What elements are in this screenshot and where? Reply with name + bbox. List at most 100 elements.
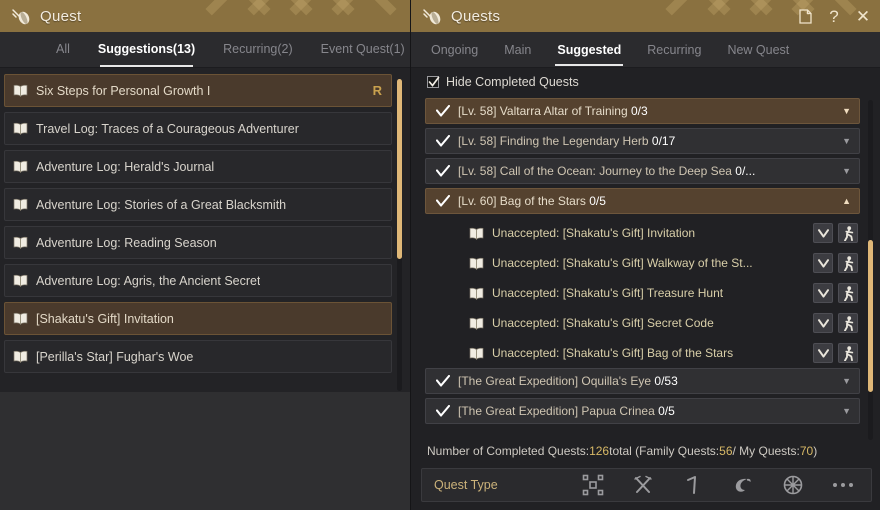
quest-title-text: [Lv. 58] Call of the Ocean: Journey to t…: [458, 164, 736, 178]
quest-group-row[interactable]: [Lv. 58] Call of the Ocean: Journey to t…: [425, 158, 860, 184]
repeatable-badge: R: [372, 83, 382, 98]
chevron-down-icon[interactable]: [813, 283, 833, 303]
tab-all[interactable]: All: [56, 42, 70, 58]
chevron-down-icon[interactable]: ▼: [842, 106, 851, 116]
tab-suggestions[interactable]: Suggestions(13): [98, 42, 195, 67]
quest-subitem-actions: [813, 253, 858, 273]
quest-subitem-row[interactable]: Unaccepted: [Shakatu's Gift] Bag of the …: [425, 338, 860, 368]
walking-person-icon[interactable]: [838, 313, 858, 333]
quest-subitem-actions: [813, 223, 858, 243]
left-quest-item[interactable]: [Perilla's Star] Fughar's Woe: [4, 340, 392, 373]
quest-type-icon-group: [581, 473, 859, 497]
check-icon: [436, 405, 452, 417]
book-icon: [469, 317, 484, 330]
left-quest-item[interactable]: Adventure Log: Stories of a Great Blacks…: [4, 188, 392, 221]
book-icon: [13, 84, 28, 98]
quest-subitem-row[interactable]: Unaccepted: [Shakatu's Gift] Walkway of …: [425, 248, 860, 278]
left-quest-item[interactable]: [Shakatu's Gift] Invitation: [4, 302, 392, 335]
chevron-down-icon[interactable]: [813, 343, 833, 363]
quest-group-label: [Lv. 60] Bag of the Stars 0/5: [458, 194, 606, 208]
quest-subitem-label: Unaccepted: [Shakatu's Gift] Secret Code: [492, 316, 714, 330]
note-icon[interactable]: [796, 6, 814, 26]
quest-progress-fraction: 0/5: [658, 404, 675, 418]
chevron-down-icon[interactable]: [813, 253, 833, 273]
horn-icon[interactable]: [681, 473, 705, 497]
quest-title-text: [Lv. 60] Bag of the Stars: [458, 194, 590, 208]
chevron-down-icon[interactable]: ▼: [842, 136, 851, 146]
quest-subitem-row[interactable]: Unaccepted: [Shakatu's Gift] Treasure Hu…: [425, 278, 860, 308]
scroll-icon: [8, 4, 34, 28]
summary-my-count: 70: [799, 444, 814, 458]
right-window-title: Quests: [451, 7, 501, 25]
book-icon: [469, 227, 484, 240]
left-quest-item[interactable]: Adventure Log: Herald's Journal: [4, 150, 392, 183]
right-scrollbar-thumb[interactable]: [868, 240, 873, 392]
tab-suggested[interactable]: Suggested: [555, 43, 624, 66]
hide-completed-checkbox[interactable]: [427, 76, 440, 88]
tab-recurring[interactable]: Recurring(2): [223, 42, 292, 58]
book-icon: [13, 274, 28, 288]
more-options-icon[interactable]: [831, 473, 855, 497]
left-quest-item-label: Adventure Log: Herald's Journal: [36, 159, 215, 174]
fish-icon[interactable]: [731, 473, 755, 497]
quest-group-row[interactable]: [The Great Expedition] Oquilla's Eye 0/5…: [425, 368, 860, 394]
help-icon[interactable]: ?: [825, 6, 843, 26]
quest-progress-fraction: 0/17: [651, 134, 676, 148]
node-network-icon[interactable]: [581, 473, 605, 497]
chevron-down-icon[interactable]: ▼: [842, 376, 851, 386]
hide-completed-label[interactable]: Hide Completed Quests: [446, 75, 579, 89]
left-quest-item-label: Travel Log: Traces of a Courageous Adven…: [36, 121, 299, 136]
left-quest-item[interactable]: Adventure Log: Agris, the Ancient Secret: [4, 264, 392, 297]
right-scrollbar[interactable]: [868, 100, 873, 440]
quest-group-row[interactable]: [Lv. 58] Valtarra Altar of Training 0/3 ▼: [425, 98, 860, 124]
left-quest-panel: Quest All Suggestions(13) Recurring(2) E…: [0, 0, 410, 510]
left-quest-item[interactable]: Travel Log: Traces of a Courageous Adven…: [4, 112, 392, 145]
left-quest-item[interactable]: Six Steps for Personal Growth I R: [4, 74, 392, 107]
quest-group-row[interactable]: [Lv. 58] Finding the Legendary Herb 0/17…: [425, 128, 860, 154]
right-tab-bar: Ongoing Main Suggested Recurring New Que…: [411, 32, 880, 68]
summary-family-count: 56: [719, 444, 733, 458]
quest-title-text: [Lv. 58] Finding the Legendary Herb: [458, 134, 652, 148]
tab-ongoing[interactable]: Ongoing: [431, 43, 478, 57]
summary-mid2: / My Quests:: [732, 444, 800, 458]
chevron-down-icon[interactable]: [813, 313, 833, 333]
quest-subitem-row[interactable]: Unaccepted: [Shakatu's Gift] Invitation: [425, 218, 860, 248]
book-icon: [13, 236, 28, 250]
left-quest-item-label: Adventure Log: Stories of a Great Blacks…: [36, 197, 287, 212]
left-scrollbar[interactable]: [397, 79, 402, 391]
walking-person-icon[interactable]: [838, 253, 858, 273]
chevron-up-icon[interactable]: ▲: [842, 196, 851, 206]
book-icon: [469, 347, 484, 360]
tab-new-quest[interactable]: New Quest: [727, 43, 789, 57]
walking-person-icon[interactable]: [838, 283, 858, 303]
tab-recurring[interactable]: Recurring: [647, 43, 701, 57]
quest-subitem-actions: [813, 283, 858, 303]
titlebar-chevron-decoration: [195, 0, 410, 32]
quest-group-row[interactable]: [The Great Expedition] Papua Crinea 0/5 ▼: [425, 398, 860, 424]
quest-subitem-actions: [813, 313, 858, 333]
quest-progress-fraction: 0/...: [735, 164, 756, 178]
left-window-title: Quest: [40, 7, 82, 25]
quest-progress-fraction: 0/53: [654, 374, 678, 388]
left-scrollbar-thumb[interactable]: [397, 79, 402, 259]
quest-subitem-row[interactable]: Unaccepted: [Shakatu's Gift] Secret Code: [425, 308, 860, 338]
quest-group-row[interactable]: [Lv. 60] Bag of the Stars 0/5 ▲: [425, 188, 860, 214]
left-quest-item[interactable]: Adventure Log: Reading Season: [4, 226, 392, 259]
chevron-down-icon[interactable]: ▼: [842, 166, 851, 176]
crossed-swords-icon[interactable]: [631, 473, 655, 497]
tab-event-quest[interactable]: Event Quest(1): [321, 42, 405, 58]
quest-window: Quest All Suggestions(13) Recurring(2) E…: [0, 0, 880, 510]
check-icon: [436, 135, 452, 147]
quest-group-label: [Lv. 58] Call of the Ocean: Journey to t…: [458, 164, 755, 178]
chevron-down-icon[interactable]: [813, 223, 833, 243]
quest-subitem-label: Unaccepted: [Shakatu's Gift] Bag of the …: [492, 346, 734, 360]
completed-quests-summary: Number of Completed Quests: 126 total (F…: [411, 438, 880, 464]
tab-main[interactable]: Main: [504, 43, 531, 57]
book-icon: [13, 160, 28, 174]
walking-person-icon[interactable]: [838, 223, 858, 243]
wheel-icon[interactable]: [781, 473, 805, 497]
chevron-down-icon[interactable]: ▼: [842, 406, 851, 416]
close-icon[interactable]: ✕: [854, 6, 872, 26]
walking-person-icon[interactable]: [838, 343, 858, 363]
quest-type-label: Quest Type: [434, 478, 498, 492]
